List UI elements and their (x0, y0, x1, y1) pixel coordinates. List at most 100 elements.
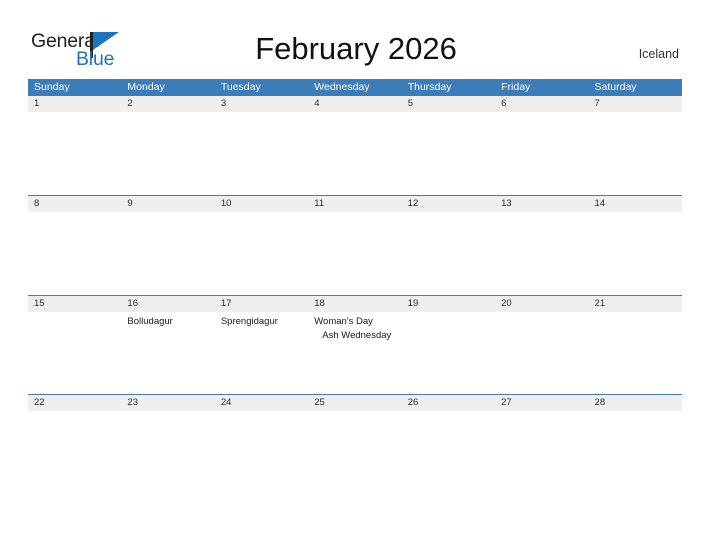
day-number: 7 (594, 98, 600, 109)
day-cell-11[interactable]: 11 (308, 196, 401, 295)
day-events (221, 212, 308, 215)
day-cell-27[interactable]: 27 (495, 395, 588, 494)
day-events (501, 212, 588, 215)
day-cell-8[interactable]: 8 (28, 196, 121, 295)
day-events (314, 411, 401, 414)
day-events: Woman's Day Ash Wednesday (314, 312, 401, 343)
week-cells: 15 16 Bolludagur 17 Sprengidagur 18 Woman's Da… (28, 296, 682, 395)
day-cell-23[interactable]: 23 (121, 395, 214, 494)
day-number: 9 (127, 198, 133, 210)
event-label: Bolludagur (127, 315, 173, 327)
day-events (595, 212, 682, 215)
day-cell-14[interactable]: 14 (589, 196, 682, 295)
day-cell-18[interactable]: 18 Woman's Day Ash Wednesday (308, 296, 401, 395)
calendar-week-row: 1 2 3 4 5 6 7 (28, 96, 682, 195)
day-of-week-friday: Friday (501, 81, 531, 93)
event-label: Sprengidagur (220, 315, 278, 327)
day-cell-15[interactable]: 15 (28, 296, 121, 395)
day-events (501, 411, 588, 414)
week-cells: 8 9 10 11 12 13 14 (28, 196, 682, 295)
day-events (221, 411, 308, 414)
day-cell-2[interactable]: 2 (121, 96, 214, 195)
day-cell-7[interactable]: 7 (589, 96, 682, 195)
event-label: Ash Wednesday (322, 329, 392, 341)
day-number: 28 (594, 396, 606, 408)
day-number: 6 (501, 98, 507, 109)
day-events (34, 112, 121, 115)
day-events (501, 112, 588, 115)
event-label: Woman's Day (314, 315, 373, 327)
calendar-weeks: 1 2 3 4 5 6 7 8 9 10 11 12 13 14 15 16 Bolludagur 17 Spren… (28, 96, 682, 493)
day-cell-10[interactable]: 10 (215, 196, 308, 295)
week-cells: 22 23 24 25 26 27 28 (28, 395, 682, 494)
day-cell-4[interactable]: 4 (308, 96, 401, 195)
day-cell-5[interactable]: 5 (402, 96, 495, 195)
day-events (408, 112, 495, 115)
day-number: 3 (220, 98, 227, 109)
day-cell-19[interactable]: 19 (402, 296, 495, 395)
day-number: 23 (127, 396, 138, 408)
calendar-week-row: 15 16 Bolludagur 17 Sprengidagur 18 Woman's Da… (28, 294, 682, 395)
day-number: 8 (34, 198, 40, 210)
day-number: 17 (220, 297, 232, 309)
day-events: Bolludagur (127, 312, 214, 329)
day-of-week-monday: Monday (127, 81, 165, 93)
day-cell-13[interactable]: 13 (495, 196, 588, 295)
calendar-page: General Blue February 2026 Iceland Sunda… (0, 0, 712, 550)
week-cells: 1 2 3 4 5 6 7 (28, 96, 682, 195)
calendar-week-row: 8 9 10 11 12 13 14 (28, 195, 682, 294)
day-of-week-tuesday: Tuesday (220, 81, 261, 93)
day-cell-17[interactable]: 17 Sprengidagur (215, 296, 308, 395)
day-number: 19 (407, 297, 419, 309)
calendar-grid: Sunday Monday Tuesday Wednesday Thursday Frid… (28, 79, 682, 493)
day-number: 10 (220, 198, 232, 210)
day-number: 1 (34, 98, 40, 109)
day-events (127, 112, 214, 115)
day-number: 25 (314, 396, 325, 408)
day-events (595, 112, 682, 115)
day-cell-12[interactable]: 12 (402, 196, 495, 295)
day-cell-20[interactable]: 20 (495, 296, 588, 395)
day-number: 26 (407, 396, 419, 408)
day-of-week-sunday: Sunday (34, 81, 70, 93)
day-cell-1[interactable]: 1 (28, 96, 121, 195)
day-events (408, 212, 495, 215)
day-cell-6[interactable]: 6 (495, 96, 588, 195)
day-number: 21 (594, 297, 606, 309)
day-events (221, 112, 308, 115)
day-number: 27 (501, 396, 512, 408)
day-number: 2 (127, 98, 133, 109)
day-cell-16[interactable]: 16 Bolludagur (121, 296, 214, 395)
day-cell-24[interactable]: 24 (215, 395, 308, 494)
day-events (408, 411, 495, 414)
day-events (595, 411, 682, 414)
day-number: 4 (314, 98, 320, 109)
page-title: February 2026 (255, 31, 457, 66)
day-events (314, 212, 401, 215)
day-events: Sprengidagur (221, 312, 308, 329)
day-cell-22[interactable]: 22 (28, 395, 121, 494)
day-number: 13 (501, 198, 512, 210)
day-events (595, 312, 682, 315)
day-number: 20 (501, 297, 512, 309)
day-of-week-wednesday: Wednesday (314, 81, 370, 93)
day-number: 12 (407, 198, 419, 210)
day-number: 15 (34, 297, 45, 309)
day-events (501, 312, 588, 315)
day-cell-25[interactable]: 25 (308, 395, 401, 494)
day-cell-21[interactable]: 21 (589, 296, 682, 395)
day-events (127, 212, 214, 215)
country-label: Iceland (638, 47, 679, 61)
day-number: 22 (34, 396, 45, 408)
day-number: 5 (407, 98, 413, 109)
day-cell-26[interactable]: 26 (402, 395, 495, 494)
day-number: 16 (127, 297, 138, 309)
day-cell-28[interactable]: 28 (589, 395, 682, 494)
day-of-week-header: Sunday Monday Tuesday Wednesday Thursday Frid… (28, 79, 682, 96)
day-cell-9[interactable]: 9 (121, 196, 214, 295)
day-cell-3[interactable]: 3 (215, 96, 308, 195)
day-events (127, 411, 214, 414)
day-events (34, 411, 121, 414)
day-number: 14 (594, 198, 606, 210)
day-number: 24 (220, 396, 232, 408)
